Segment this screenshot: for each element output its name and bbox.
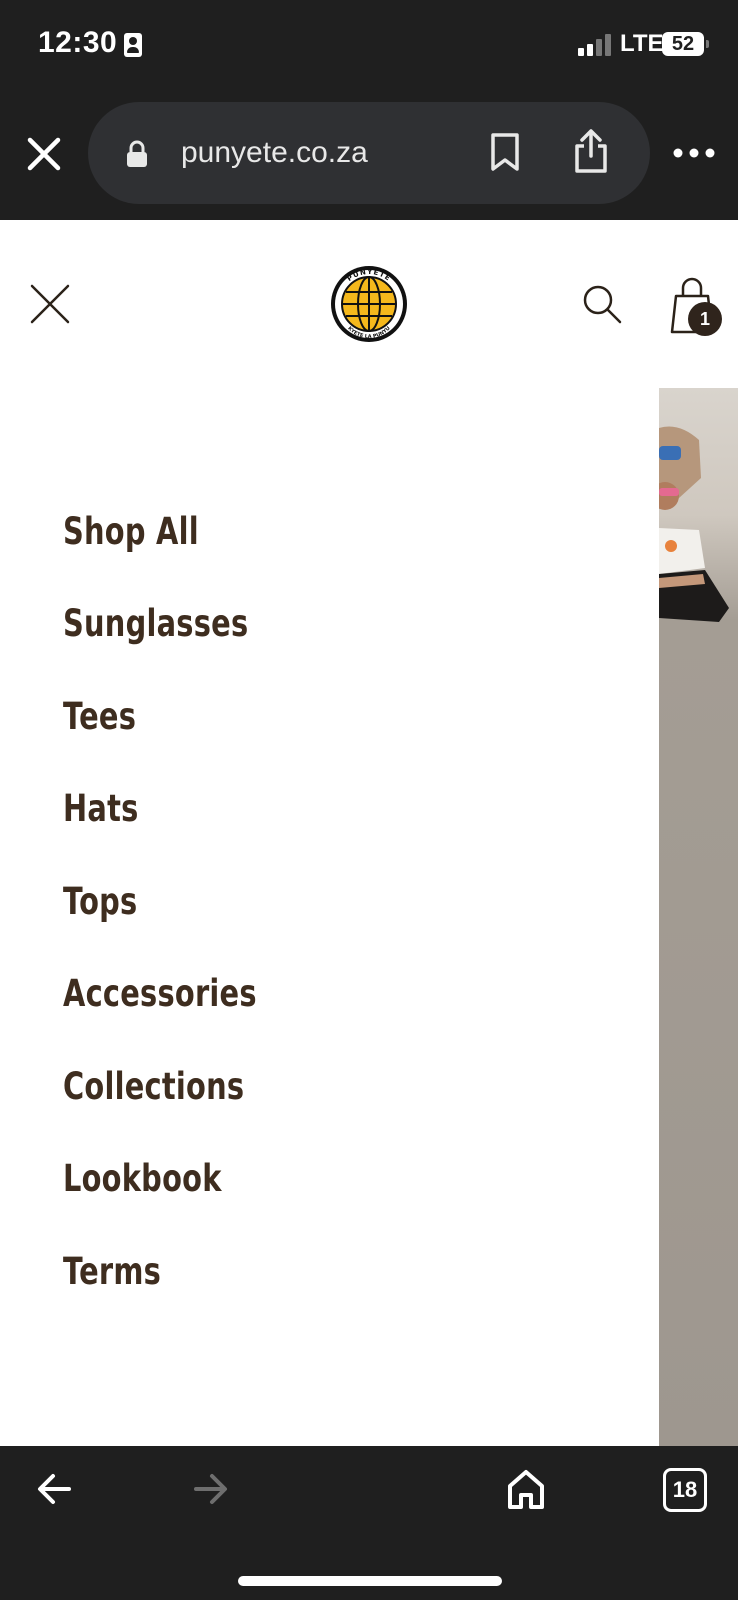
menu-item-shop-all[interactable]: Shop All [63, 504, 199, 560]
browser-toolbar: punyete.co.za [0, 92, 738, 220]
menu-item-tees[interactable]: Tees [63, 689, 136, 745]
menu-item-sunglasses[interactable]: Sunglasses [63, 596, 248, 652]
status-bar: 12:30 LTE 52 [0, 0, 738, 92]
search-icon[interactable] [582, 284, 622, 324]
menu-item-tops[interactable]: Tops [63, 874, 137, 930]
navigation-drawer: Shop All Sunglasses Tees Hats Tops Acces… [0, 384, 659, 1446]
menu-item-terms[interactable]: Terms [63, 1244, 161, 1300]
browser-bottom-bar: 18 [0, 1446, 738, 1600]
url-text[interactable]: punyete.co.za [181, 136, 368, 170]
lock-icon [127, 140, 147, 167]
phone-screen: 12:30 LTE 52 punyete.co.za PUNYETE KYETE… [0, 0, 738, 1600]
web-page: PUNYETE KYETE LA PUNYU 1 Shop All Sungla… [0, 220, 738, 1446]
back-arrow-icon[interactable] [36, 1472, 72, 1506]
network-type: LTE [620, 30, 664, 57]
home-icon[interactable] [506, 1468, 546, 1510]
share-icon[interactable] [572, 128, 610, 174]
menu-item-hats[interactable]: Hats [63, 781, 139, 837]
battery-icon [706, 40, 709, 48]
menu-item-lookbook[interactable]: Lookbook [63, 1151, 222, 1207]
model-photo [659, 426, 729, 622]
tabs-button[interactable]: 18 [663, 1468, 707, 1512]
close-menu-icon[interactable] [28, 282, 72, 326]
battery-level: 52 [662, 32, 704, 56]
status-time: 12:30 [38, 26, 118, 59]
menu-item-accessories[interactable]: Accessories [63, 966, 257, 1022]
address-bar[interactable]: punyete.co.za [88, 102, 650, 204]
bookmark-icon[interactable] [488, 132, 522, 172]
cart-count-badge[interactable]: 1 [688, 302, 722, 336]
site-logo[interactable]: PUNYETE KYETE LA PUNYU [329, 264, 409, 344]
menu-item-collections[interactable]: Collections [63, 1059, 244, 1115]
hero-image [659, 388, 738, 1446]
signal-strength-icon [578, 34, 614, 56]
contact-card-icon [124, 33, 142, 57]
home-indicator[interactable] [238, 1576, 502, 1586]
close-icon[interactable] [22, 132, 66, 176]
more-icon[interactable] [672, 146, 716, 160]
forward-arrow-icon[interactable] [193, 1472, 229, 1506]
